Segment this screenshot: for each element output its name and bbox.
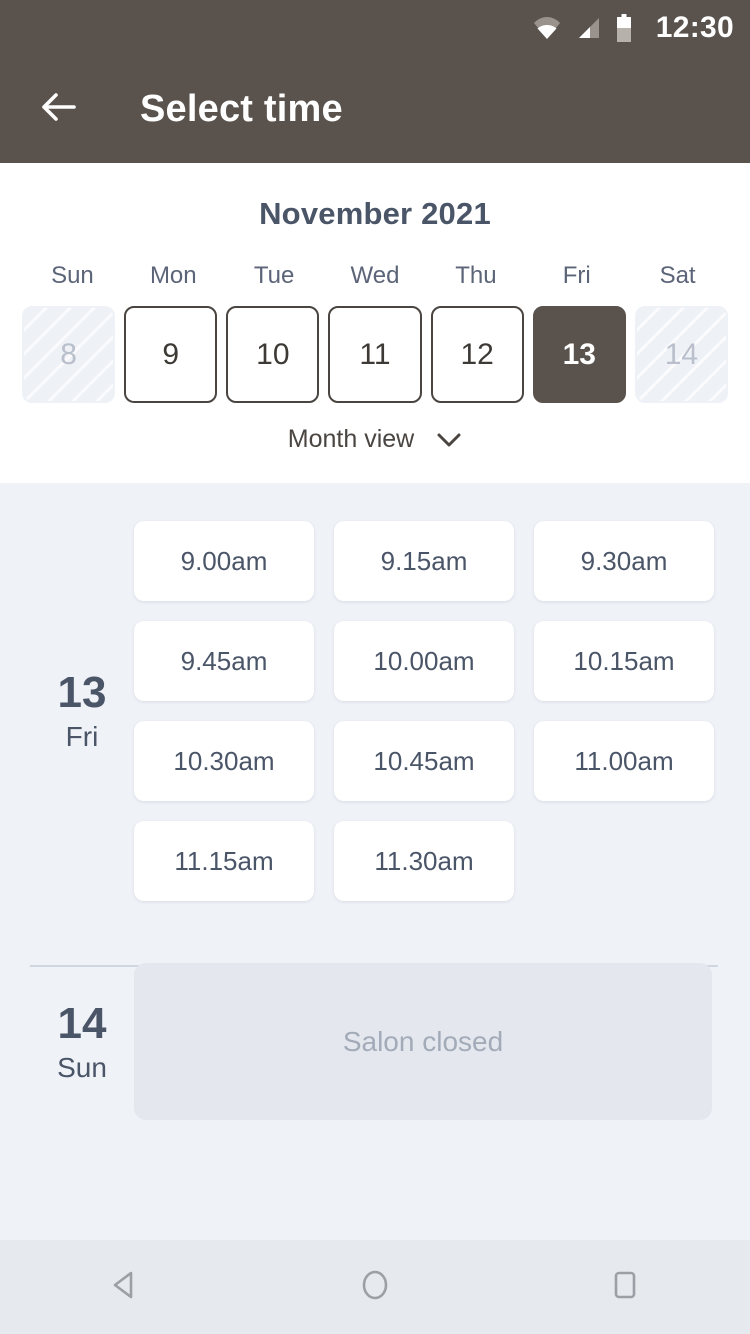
calendar-day-cell: 14: [634, 306, 728, 403]
weekday-label: Thu: [455, 262, 497, 289]
time-slot[interactable]: 10.45am: [334, 721, 514, 801]
calendar-day-cell-selected[interactable]: 13: [532, 306, 626, 403]
cell-signal-icon: [576, 15, 602, 41]
time-slot[interactable]: 11.15am: [134, 821, 314, 901]
time-slot-grid: 9.00am 9.15am 9.30am 9.45am 10.00am 10.1…: [134, 521, 750, 901]
schedule-day-number: 14: [57, 998, 107, 1048]
weekday-label: Mon: [149, 262, 197, 289]
page-title: Select time: [140, 88, 343, 130]
calendar-days-row: 8 9 10 11 12 13 14: [0, 306, 750, 403]
battery-icon: [616, 14, 632, 42]
schedule-day-group: 14 Sun Salon closed: [0, 963, 750, 1120]
schedule-day-weekday: Sun: [57, 1051, 107, 1083]
schedule-day-label: 14 Sun: [30, 963, 134, 1120]
calendar-day-cell[interactable]: 10: [226, 306, 320, 403]
time-slot[interactable]: 10.00am: [334, 621, 514, 701]
chevron-down-icon: [436, 432, 462, 448]
weekday-label: Sun: [51, 262, 94, 289]
calendar-panel: November 2021 Sun Mon Tue Wed Thu Fri Sa…: [0, 163, 750, 483]
calendar-day-cell[interactable]: 12: [430, 306, 524, 403]
calendar-day-cell: 8: [22, 306, 116, 403]
time-slot[interactable]: 9.45am: [134, 621, 314, 701]
weekday-label: Wed: [350, 262, 400, 289]
time-slot[interactable]: 10.15am: [534, 621, 714, 701]
calendar-day-cell[interactable]: 11: [328, 306, 422, 403]
back-triangle-icon: [105, 1265, 145, 1310]
time-slot[interactable]: 10.30am: [134, 721, 314, 801]
android-nav-bar: [0, 1240, 750, 1334]
month-view-label: Month view: [287, 425, 415, 453]
schedule-day-label: 13 Fri: [30, 521, 134, 901]
schedule-day-group: 13 Fri 9.00am 9.15am 9.30am 9.45am 10.00…: [0, 483, 750, 901]
status-icon-group: 12:30: [532, 11, 734, 45]
schedule-list: 13 Fri 9.00am 9.15am 9.30am 9.45am 10.00…: [0, 483, 750, 1243]
month-view-toggle[interactable]: Month view: [0, 425, 750, 454]
weekday-label: Fri: [562, 262, 591, 289]
nav-recents-button[interactable]: [580, 1242, 670, 1332]
time-slot[interactable]: 9.00am: [134, 521, 314, 601]
schedule-day-weekday: Fri: [65, 721, 99, 752]
weekday-label: Tue: [253, 262, 295, 289]
status-bar: 12:30: [0, 0, 750, 56]
time-slot[interactable]: 11.30am: [334, 821, 514, 901]
salon-closed-card: Salon closed: [134, 963, 712, 1120]
nav-home-button[interactable]: [330, 1242, 420, 1332]
back-button[interactable]: [22, 74, 94, 146]
calendar-day-cell[interactable]: 9: [124, 306, 218, 403]
weekday-label: Sat: [659, 262, 696, 289]
time-slot[interactable]: 11.00am: [534, 721, 714, 801]
status-clock: 12:30: [655, 11, 734, 44]
time-slot[interactable]: 9.15am: [334, 521, 514, 601]
home-circle-icon: [355, 1265, 395, 1310]
wifi-icon: [532, 13, 562, 43]
weekday-header-row: Sun Mon Tue Wed Thu Fri Sat: [0, 262, 750, 290]
nav-back-button[interactable]: [80, 1242, 170, 1332]
time-slot[interactable]: 9.30am: [534, 521, 714, 601]
schedule-day-number: 13: [57, 668, 107, 717]
recents-square-icon: [605, 1265, 645, 1310]
app-bar: Select time: [0, 56, 750, 163]
calendar-month-label: November 2021: [259, 196, 491, 231]
app-screen: 12:30 Select time November 2021 Sun Mon …: [0, 0, 750, 1334]
back-arrow-icon: [36, 85, 80, 134]
